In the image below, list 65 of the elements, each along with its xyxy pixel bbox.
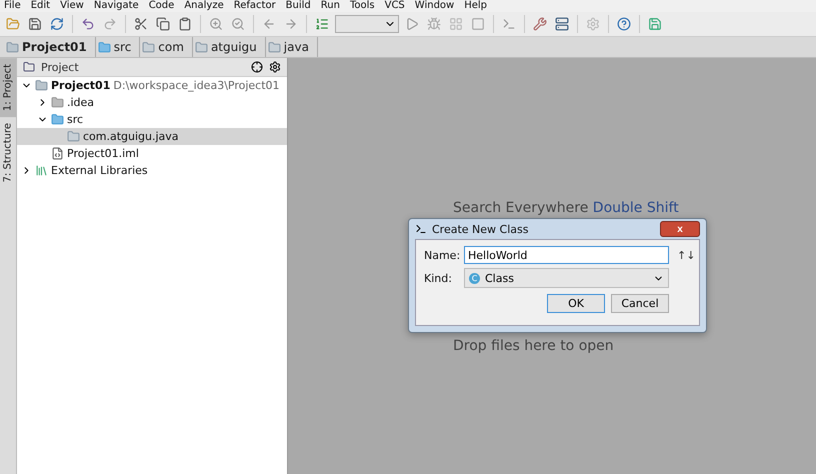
folder-icon: [23, 61, 35, 73]
dialog-button[interactable]: OK: [547, 294, 605, 313]
library-icon: [35, 164, 48, 177]
folder-icon: [51, 96, 64, 109]
copy-icon[interactable]: [154, 15, 172, 33]
locate-icon[interactable]: [251, 61, 263, 73]
package-folder-icon: [142, 40, 156, 54]
dialog-button[interactable]: Cancel: [611, 294, 669, 313]
menu-item[interactable]: Navigate: [94, 0, 139, 12]
module-folder-icon: [35, 79, 48, 92]
breadcrumb[interactable]: java: [266, 37, 318, 57]
tree-label: Project01: [51, 79, 110, 92]
module-folder-icon: [6, 40, 19, 54]
file-icon: [51, 147, 64, 160]
sync-icon[interactable]: [48, 15, 66, 33]
tree-item[interactable]: Project01.iml: [17, 145, 287, 162]
folder-icon: [51, 113, 64, 126]
breadcrumb[interactable]: src: [96, 37, 140, 57]
editor-hint: Search Everywhere Double Shift: [453, 200, 679, 216]
tree-label: Project01.iml: [67, 147, 139, 160]
package-folder-icon: [268, 40, 281, 54]
editor-hint: Drop files here to open: [453, 338, 614, 354]
menu-item[interactable]: Tools: [350, 0, 375, 12]
breadcrumb[interactable]: Project01: [4, 37, 96, 57]
menu-item[interactable]: Code: [148, 0, 174, 12]
menu-item[interactable]: Edit: [30, 0, 50, 12]
menu-item[interactable]: File: [4, 0, 21, 12]
class-badge: C: [469, 272, 480, 284]
breadcrumb[interactable]: atguigu: [192, 37, 266, 57]
save-icon[interactable]: [26, 15, 44, 33]
kind-dropdown[interactable]: C Class: [464, 268, 669, 288]
panel-title[interactable]: Project: [41, 60, 245, 74]
menu-item[interactable]: VCS: [384, 0, 405, 12]
help-icon[interactable]: [615, 15, 633, 33]
tree-item[interactable]: src: [17, 111, 287, 128]
close-button[interactable]: x: [660, 221, 700, 237]
dialog-title: Create New Class: [432, 222, 530, 236]
menu-item[interactable]: Run: [320, 0, 340, 12]
name-field[interactable]: HelloWorld: [464, 246, 669, 264]
tree-label: .idea: [67, 96, 94, 109]
menu-item[interactable]: View: [60, 0, 84, 12]
menu-item[interactable]: Window: [414, 0, 454, 12]
tree-item[interactable]: com.atguigu.java: [17, 128, 287, 145]
search-icon[interactable]: [207, 15, 225, 33]
menu-item[interactable]: Build: [286, 0, 311, 12]
tree-item[interactable]: Project01 D:\workspace_idea3\Project01: [17, 77, 287, 94]
side-tab[interactable]: 7: Structure: [0, 117, 16, 189]
package-folder-icon: [67, 130, 80, 143]
tree-item[interactable]: .idea: [17, 94, 287, 111]
sort-icon[interactable]: ↑↓: [677, 248, 691, 262]
tree-item[interactable]: External Libraries: [17, 162, 287, 179]
folder-icon: [98, 40, 111, 54]
menu-item[interactable]: Help: [464, 0, 488, 12]
tree-label: External Libraries: [51, 164, 148, 177]
project-path: D:\workspace_idea3\Project01: [113, 79, 280, 92]
debug-icon[interactable]: [425, 15, 443, 33]
menu-item[interactable]: Refactor: [234, 0, 276, 12]
tree-label: com.atguigu.java: [83, 130, 179, 143]
tree-label: src: [67, 113, 84, 126]
stop-icon[interactable]: [469, 15, 487, 33]
package-folder-icon: [194, 40, 208, 54]
side-tab[interactable]: 1: Project: [0, 58, 16, 118]
breadcrumb[interactable]: com: [140, 37, 193, 57]
field-label: Kind:: [424, 272, 453, 284]
menu-item[interactable]: Analyze: [184, 0, 224, 12]
